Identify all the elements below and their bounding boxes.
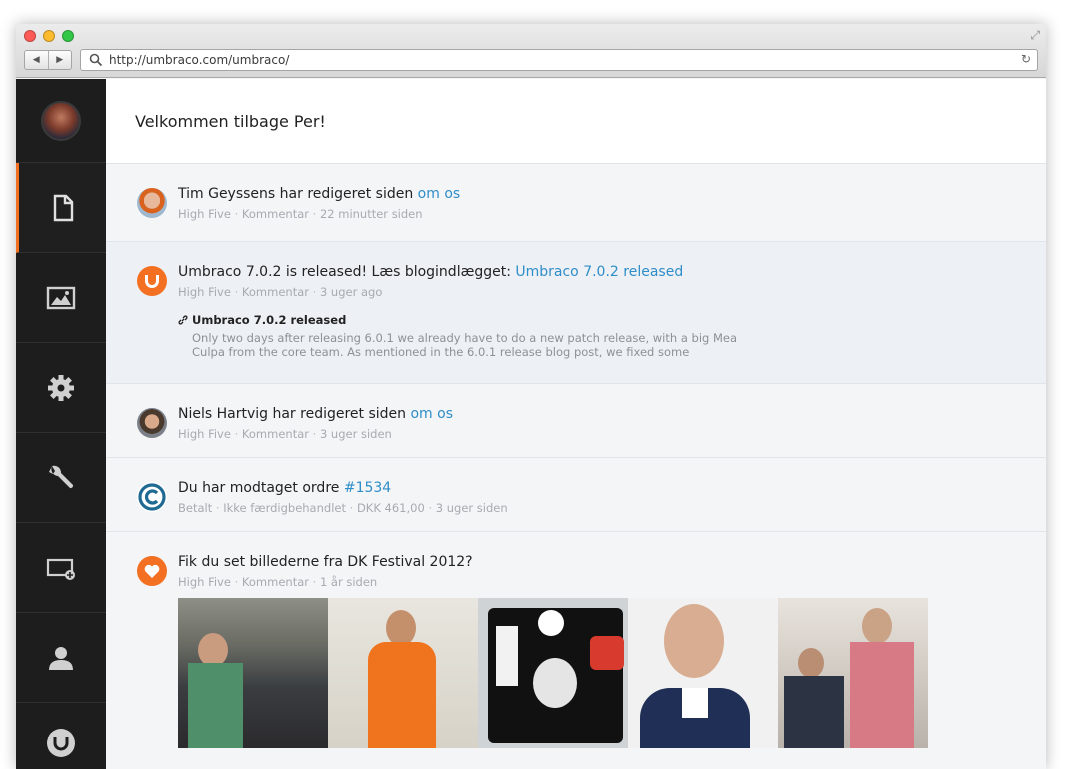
feed-item: Tim Geyssens har redigeret siden om os H… [106, 164, 1046, 242]
feed-item-text: Tim Geyssens har redigeret siden [178, 186, 418, 202]
order-amount: DKK 461,00 [346, 501, 425, 515]
back-button[interactable]: ◀ [25, 51, 48, 69]
comment-link[interactable]: Kommentar [231, 207, 309, 221]
feed-item: Umbraco 7.0.2 is released! Læs blogindlæ… [106, 242, 1046, 384]
avatar [137, 188, 167, 218]
user-avatar[interactable] [41, 100, 81, 141]
sidebar [16, 79, 106, 769]
timestamp: 1 år siden [309, 575, 377, 589]
search-icon [89, 53, 103, 67]
history-nav: ◀ ▶ [24, 50, 72, 70]
gallery-photo[interactable] [178, 598, 328, 748]
avatar [137, 408, 167, 438]
gallery-photo[interactable] [478, 598, 628, 748]
sidebar-item-developer[interactable] [16, 433, 106, 523]
sidebar-item-content[interactable] [16, 163, 106, 253]
feed-item: Fik du set billederne fra DK Festival 20… [106, 532, 1046, 769]
feed-item-text: Fik du set billederne fra DK Festival 20… [178, 554, 473, 570]
photo-gallery [178, 598, 928, 748]
feed-item-title: Fik du set billederne fra DK Festival 20… [178, 553, 1046, 571]
gallery-photo[interactable] [628, 598, 778, 748]
feed-item-title: Niels Hartvig har redigeret siden om os [178, 405, 1046, 423]
timestamp: 3 uger ago [309, 285, 382, 299]
feed-item-meta: High FiveKommentar22 minutter siden [178, 206, 1046, 222]
fullscreen-icon[interactable]: ⤢ [1030, 28, 1040, 43]
order-status: Ikke færdigbehandlet [212, 501, 346, 515]
feed-item-meta: High FiveKommentar1 år siden [178, 574, 1046, 590]
sidebar-user [16, 79, 106, 163]
payment-status: Betalt [178, 501, 213, 515]
feed-item: Du har modtaget ordre #1534 BetaltIkke f… [106, 458, 1046, 532]
gallery-photo[interactable] [778, 598, 928, 748]
blog-title-text[interactable]: Umbraco 7.0.2 released [192, 313, 346, 327]
feed-item-link[interactable]: om os [418, 186, 461, 202]
order-icon [137, 482, 167, 512]
comment-link[interactable]: Kommentar [231, 285, 309, 299]
link-icon [178, 315, 188, 325]
timestamp: 22 minutter siden [309, 207, 423, 221]
screen-add-icon [46, 558, 75, 580]
feed-item-title: Du har modtaget ordre #1534 [178, 479, 1046, 497]
feed-item-link[interactable]: om os [410, 406, 453, 422]
heart-avatar-icon [137, 556, 167, 586]
reload-icon[interactable]: ↻ [1021, 52, 1031, 66]
wrench-icon [49, 465, 74, 488]
dashboard-header: Velkommen tilbage Per! [106, 79, 1046, 164]
feed-item-text: Du har modtaget ordre [178, 480, 344, 496]
blog-excerpt: Only two days after releasing 6.0.1 we a… [192, 331, 738, 359]
url-text[interactable]: http://umbraco.com/umbraco/ [109, 53, 289, 67]
timestamp: 3 uger siden [425, 501, 508, 515]
blog-preview[interactable]: Umbraco 7.0.2 released Only two days aft… [178, 313, 1046, 359]
window-controls [24, 30, 74, 42]
close-window-button[interactable] [24, 30, 36, 42]
sidebar-item-users[interactable] [16, 613, 106, 703]
feed-item-meta: High FiveKommentar3 uger siden [178, 426, 1046, 442]
feed-item: Niels Hartvig har redigeret siden om os … [106, 384, 1046, 458]
address-bar[interactable]: http://umbraco.com/umbraco/ ↻ [80, 49, 1038, 71]
comment-link[interactable]: Kommentar [231, 427, 309, 441]
document-icon [53, 194, 73, 221]
user-icon [49, 646, 73, 670]
high-five-link[interactable]: High Five [178, 285, 231, 299]
page-title: Velkommen tilbage Per! [135, 111, 326, 131]
order-link[interactable]: #1534 [344, 480, 391, 496]
feed-item-link[interactable]: Umbraco 7.0.2 released [515, 264, 683, 280]
feed-item-title: Tim Geyssens har redigeret siden om os [178, 185, 1046, 203]
sidebar-item-umbraco[interactable] [16, 703, 106, 769]
minimize-window-button[interactable] [43, 30, 55, 42]
blog-preview-title[interactable]: Umbraco 7.0.2 released [178, 313, 1046, 327]
feed-item-meta: High FiveKommentar3 uger ago [178, 284, 1046, 300]
umbraco-logo-icon [47, 729, 75, 757]
umbraco-app: Velkommen tilbage Per! Tim Geyssens har … [16, 79, 1046, 769]
high-five-link[interactable]: High Five [178, 575, 231, 589]
browser-chrome: ⤢ ◀ ▶ http://umbraco.com/umbraco/ ↻ [16, 24, 1046, 78]
gear-icon [48, 374, 74, 401]
forward-button[interactable]: ▶ [47, 51, 72, 69]
umbraco-avatar-icon [137, 266, 167, 296]
image-icon [46, 286, 76, 309]
comment-link[interactable]: Kommentar [231, 575, 309, 589]
feed-item-title: Umbraco 7.0.2 is released! Læs blogindlæ… [178, 263, 1046, 281]
high-five-link[interactable]: High Five [178, 207, 231, 221]
browser-window: ⤢ ◀ ▶ http://umbraco.com/umbraco/ ↻ Velk… [16, 24, 1046, 769]
feed-item-meta: BetaltIkke færdigbehandletDKK 461,003 ug… [178, 500, 1046, 516]
sidebar-item-forms[interactable] [16, 523, 106, 613]
feed-item-text: Umbraco 7.0.2 is released! Læs blogindlæ… [178, 264, 516, 280]
high-five-link[interactable]: High Five [178, 427, 231, 441]
feed-item-text: Niels Hartvig har redigeret siden [178, 406, 411, 422]
sidebar-item-media[interactable] [16, 253, 106, 343]
sidebar-item-settings[interactable] [16, 343, 106, 433]
gallery-photo[interactable] [328, 598, 478, 748]
timestamp: 3 uger siden [309, 427, 392, 441]
dashboard: Velkommen tilbage Per! Tim Geyssens har … [106, 79, 1046, 769]
zoom-window-button[interactable] [62, 30, 74, 42]
